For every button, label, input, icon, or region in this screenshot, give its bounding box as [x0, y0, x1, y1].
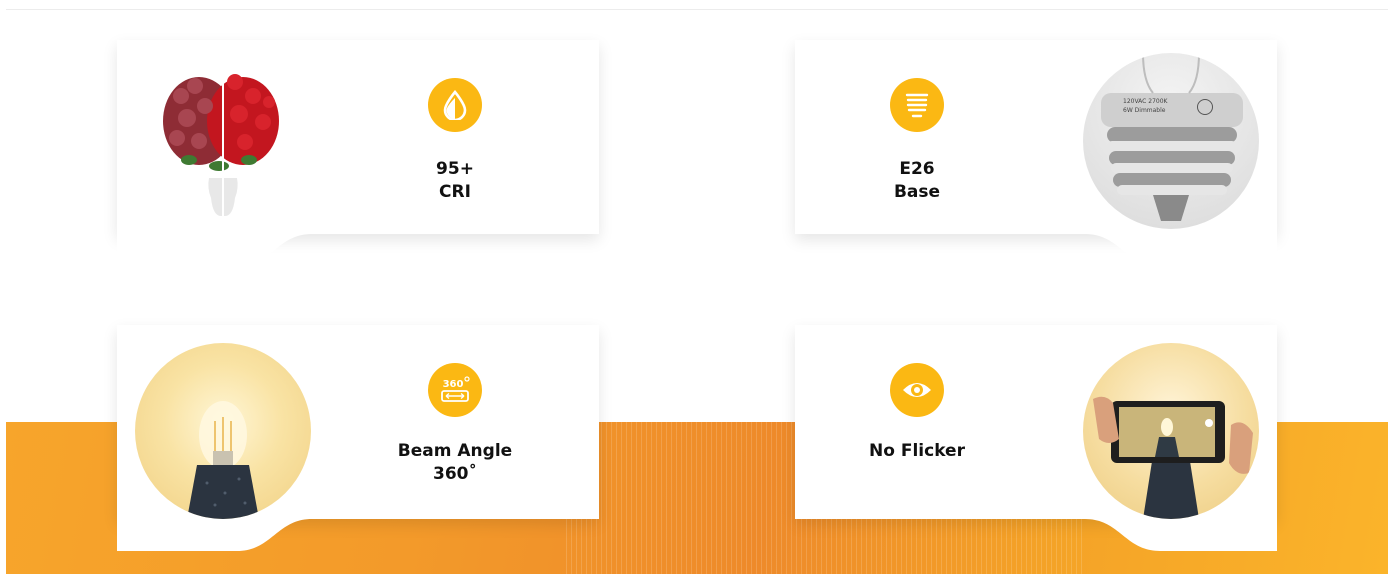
360-degree-icon: 360 — [428, 363, 482, 417]
phone-camera-photo — [1083, 343, 1259, 519]
angle-icon-text: 360 — [443, 379, 464, 390]
feature-title: E26 — [899, 159, 935, 179]
eye-icon — [890, 363, 944, 417]
bulb-base-photo: 120VAC 2700K 6W Dimmable — [1083, 53, 1259, 229]
glowing-bulb-photo — [135, 343, 311, 519]
feature-title: No Flicker — [869, 441, 965, 461]
roses-vase-image — [159, 66, 285, 218]
feature-label-cri: 95+ CRI — [355, 158, 555, 204]
feature-card-cri: 95+ CRI — [117, 40, 599, 266]
color-drop-icon — [428, 78, 482, 132]
feature-subtitle: CRI — [439, 182, 471, 202]
feature-subtitle: Base — [893, 182, 941, 202]
bulb-print-line1: 120VAC 2700K — [1123, 98, 1168, 105]
feature-label-e26: E26 Base — [817, 158, 1017, 204]
ul-mark-icon — [1197, 99, 1213, 115]
feature-title: Beam Angle — [397, 441, 513, 461]
feature-subtitle: 360˚ — [433, 464, 477, 484]
feature-label-beam-angle: Beam Angle 360˚ — [355, 440, 555, 486]
feature-card-no-flicker: No Flicker — [795, 325, 1277, 551]
feature-label-no-flicker: No Flicker — [817, 440, 1017, 463]
feature-title: 95+ — [436, 159, 474, 179]
screw-base-icon — [890, 78, 944, 132]
feature-card-beam-angle: 360 Beam Angle 360˚ — [117, 325, 599, 551]
bulb-print-line2: 6W Dimmable — [1123, 107, 1166, 114]
feature-card-e26: E26 Base 120VAC 2700K 6W Dimmable — [795, 40, 1277, 266]
